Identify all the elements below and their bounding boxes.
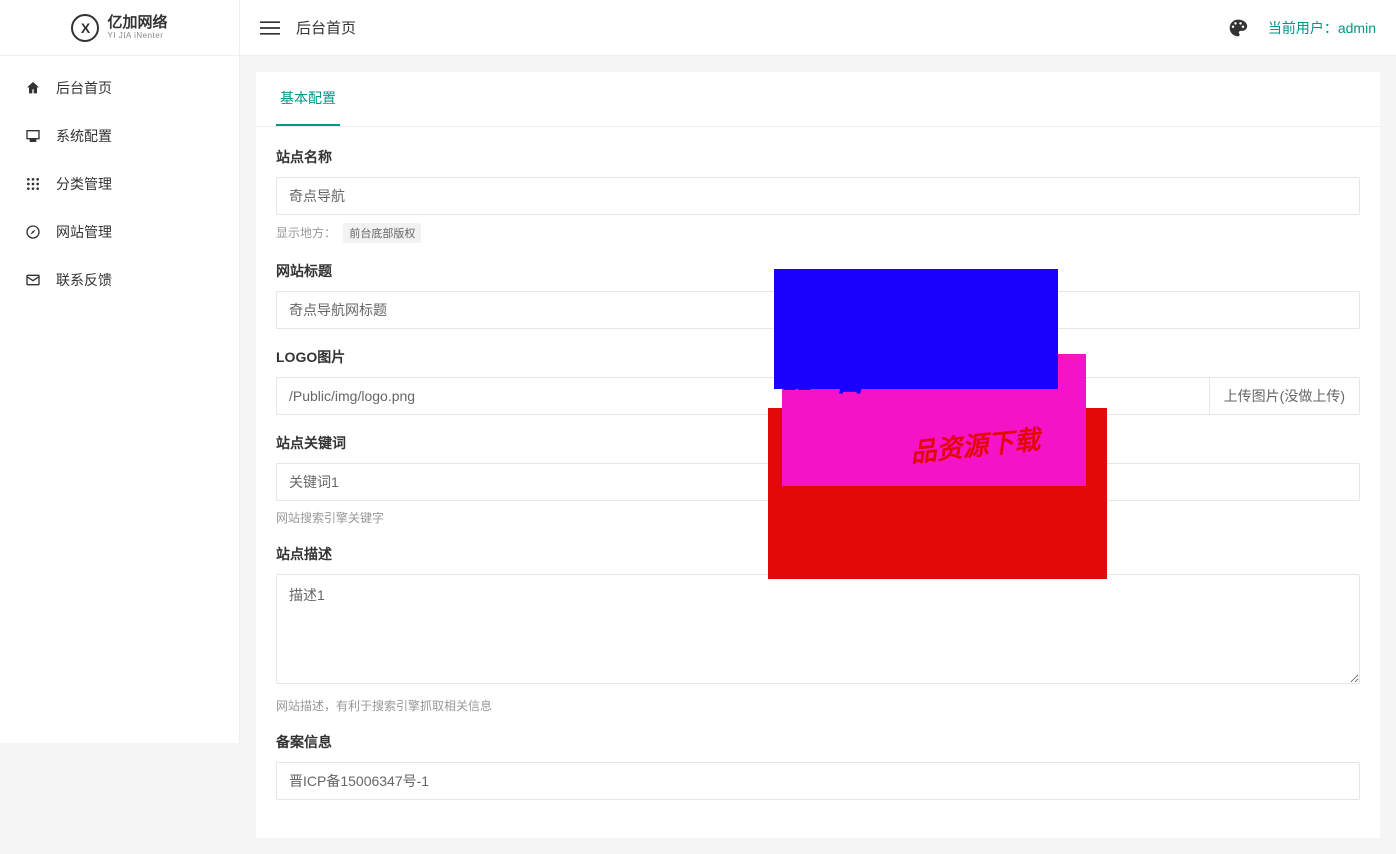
- menu-toggle-button[interactable]: [260, 20, 280, 36]
- field-icp: 备案信息: [276, 732, 1360, 800]
- field-logo: LOGO图片 上传图片(没做上传): [276, 347, 1360, 415]
- user-name: admin: [1338, 20, 1376, 36]
- monitor-icon: [24, 127, 42, 145]
- user-label: 当前用户：: [1268, 20, 1338, 36]
- site-title-label: 网站标题: [276, 261, 1360, 281]
- config-form: 站点名称 显示地方： 前台底部版权 网站标题 LOGO图片: [256, 127, 1380, 838]
- logo-input[interactable]: [276, 377, 1209, 415]
- theme-icon[interactable]: [1228, 18, 1248, 38]
- nav: 后台首页 系统配置 分类管理 网站管理 联系反馈: [0, 56, 239, 304]
- grid-icon: [24, 175, 42, 193]
- site-title-input[interactable]: [276, 291, 1360, 329]
- upload-image-button[interactable]: 上传图片(没做上传): [1209, 377, 1360, 415]
- tab-basic-config[interactable]: 基本配置: [276, 72, 340, 126]
- config-card: 基本配置 站点名称 显示地方： 前台底部版权 网站标题: [256, 72, 1380, 838]
- logo[interactable]: X 亿加网络 YI JIA iNenter: [0, 0, 239, 56]
- site-name-label: 站点名称: [276, 147, 1360, 167]
- home-icon: [24, 79, 42, 97]
- breadcrumb: 后台首页: [296, 17, 356, 38]
- keywords-help: 网站搜索引擎关键字: [276, 509, 1360, 526]
- sidebar-item-home[interactable]: 后台首页: [0, 64, 239, 112]
- current-user[interactable]: 当前用户：admin: [1268, 18, 1376, 38]
- icp-input[interactable]: [276, 762, 1360, 800]
- compass-icon: [24, 223, 42, 241]
- sidebar-item-website[interactable]: 网站管理: [0, 208, 239, 256]
- header: 后台首页 当前用户：admin: [240, 0, 1396, 56]
- icp-label: 备案信息: [276, 732, 1360, 752]
- sidebar-item-label: 系统配置: [56, 126, 112, 146]
- sidebar: X 亿加网络 YI JIA iNenter 后台首页 系统配置 分类管理 网站管…: [0, 0, 240, 743]
- site-name-help-tag: 前台底部版权: [343, 223, 421, 243]
- description-help: 网站描述，有利于搜索引擎抓取相关信息: [276, 697, 1360, 714]
- field-keywords: 站点关键词 网站搜索引擎关键字: [276, 433, 1360, 526]
- sidebar-item-label: 联系反馈: [56, 270, 112, 290]
- logo-mark: X: [71, 14, 99, 42]
- description-label: 站点描述: [276, 544, 1360, 564]
- keywords-label: 站点关键词: [276, 433, 1360, 453]
- sidebar-item-label: 网站管理: [56, 222, 112, 242]
- sidebar-item-config[interactable]: 系统配置: [0, 112, 239, 160]
- tabs: 基本配置: [256, 72, 1380, 127]
- sidebar-item-label: 后台首页: [56, 78, 112, 98]
- description-textarea[interactable]: 描述1: [276, 574, 1360, 684]
- logo-subtitle: YI JIA iNenter: [107, 31, 167, 40]
- field-site-title: 网站标题: [276, 261, 1360, 329]
- main: 基本配置 站点名称 显示地方： 前台底部版权 网站标题: [240, 0, 1396, 854]
- sidebar-item-feedback[interactable]: 联系反馈: [0, 256, 239, 304]
- logo-label: LOGO图片: [276, 347, 1360, 367]
- keywords-input[interactable]: [276, 463, 1360, 501]
- field-site-name: 站点名称 显示地方： 前台底部版权: [276, 147, 1360, 243]
- site-name-input[interactable]: [276, 177, 1360, 215]
- site-name-help: 显示地方： 前台底部版权: [276, 223, 1360, 243]
- mail-icon: [24, 271, 42, 289]
- sidebar-item-label: 分类管理: [56, 174, 112, 194]
- field-description: 站点描述 描述1 网站描述，有利于搜索引擎抓取相关信息: [276, 544, 1360, 714]
- logo-text: 亿加网络: [107, 15, 167, 32]
- sidebar-item-category[interactable]: 分类管理: [0, 160, 239, 208]
